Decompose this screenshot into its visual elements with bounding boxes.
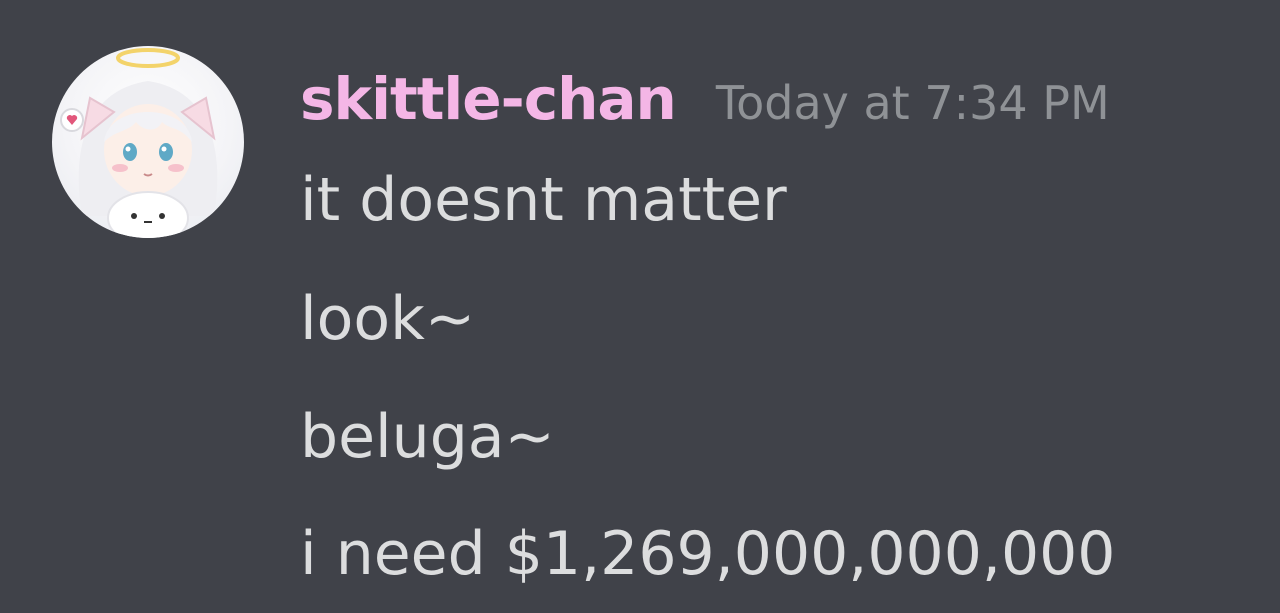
message-line: look~ (300, 284, 476, 354)
anime-girl-avatar-icon (60, 48, 218, 238)
chat-view: skittle-chan Today at 7:34 PM it doesnt m… (0, 0, 1280, 613)
message-line: i need $1,269,000,000,000 (300, 519, 1116, 589)
message-line: it doesnt matter (300, 165, 787, 235)
username[interactable]: skittle-chan (300, 65, 677, 133)
message-line: beluga~ (300, 402, 555, 472)
message-timestamp[interactable]: Today at 7:34 PM (716, 76, 1110, 130)
user-avatar[interactable] (52, 46, 244, 238)
message-header: skittle-chan Today at 7:34 PM (300, 70, 1110, 128)
